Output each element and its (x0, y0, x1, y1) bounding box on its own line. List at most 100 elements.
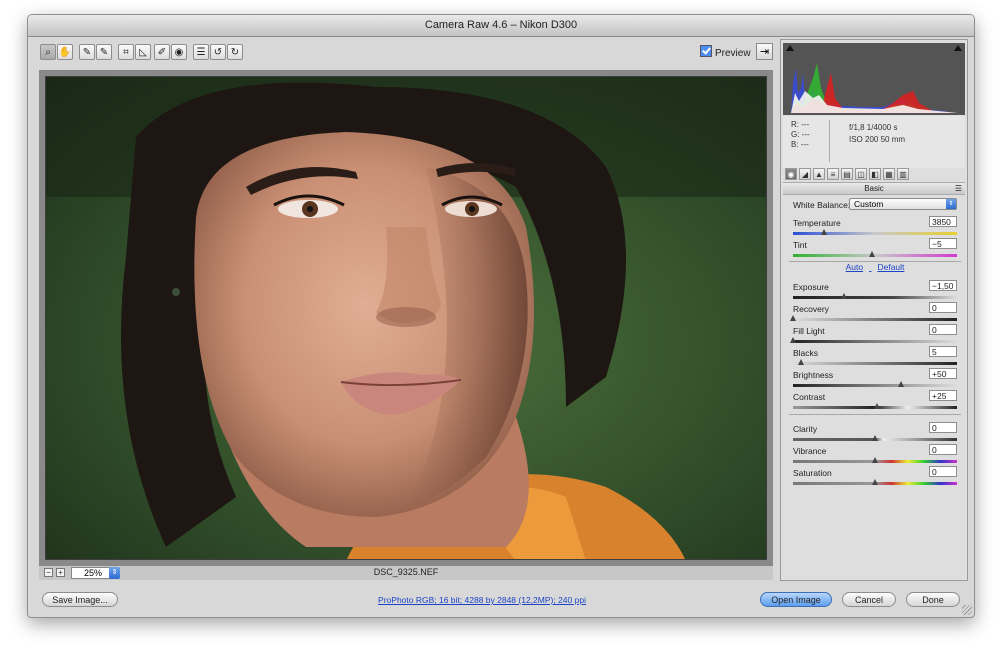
green-value: G: --- (791, 130, 810, 139)
red-eye-tool-icon[interactable]: ◉ (171, 44, 187, 60)
workflow-options-link[interactable]: ProPhoto RGB; 16 bit; 4288 by 2848 (12,2… (317, 595, 647, 605)
blacks-track[interactable] (793, 362, 957, 365)
exposure-label: Exposure (793, 282, 829, 292)
hsl-tab-icon[interactable]: ≡ (827, 168, 839, 180)
white-balance-tool-icon[interactable]: ✎ (79, 44, 95, 60)
fill-light-track[interactable] (793, 340, 957, 343)
histogram-graph (791, 63, 958, 113)
clarity-label: Clarity (793, 424, 818, 434)
contrast-slider[interactable]: Contrast +25 (793, 390, 959, 412)
fill-light-thumb[interactable] (790, 337, 796, 343)
preview-label: Preview (715, 48, 751, 59)
aperture-shutter: f/1,8 1/4000 s (849, 123, 898, 132)
rotate-left-icon[interactable]: ↺ (210, 44, 226, 60)
tint-thumb[interactable] (869, 251, 875, 257)
blacks-slider[interactable]: Blacks 5 (793, 346, 959, 368)
temperature-slider[interactable]: Temperature 3850 (793, 216, 959, 238)
saturation-label: Saturation (793, 468, 832, 478)
vibrance-slider[interactable]: Vibrance 0 (793, 444, 959, 466)
temperature-thumb[interactable] (821, 229, 827, 235)
vibrance-value[interactable]: 0 (929, 444, 957, 455)
section-divider-2 (789, 414, 961, 415)
fill-light-value[interactable]: 0 (929, 324, 957, 335)
brightness-label: Brightness (793, 370, 834, 380)
straighten-tool-icon[interactable]: ◺ (135, 44, 151, 60)
resize-grip-icon[interactable] (962, 605, 972, 615)
save-image-button[interactable]: Save Image... (42, 592, 118, 607)
red-value: R: --- (791, 120, 810, 129)
tone-curve-tab-icon[interactable]: ◢ (799, 168, 811, 180)
tint-value[interactable]: −5 (929, 238, 957, 249)
auto-default-links: Auto Default (781, 262, 969, 272)
panel-menu-icon[interactable]: ☰ (955, 183, 962, 194)
preview-toggle[interactable]: Preview (700, 45, 751, 59)
recovery-slider[interactable]: Recovery 0 (790, 302, 959, 324)
default-link[interactable]: Default (877, 262, 904, 272)
cancel-button[interactable]: Cancel (842, 592, 896, 607)
spot-removal-tool-icon[interactable]: ✐ (154, 44, 170, 60)
contrast-thumb[interactable] (874, 403, 880, 409)
temperature-track[interactable] (793, 232, 957, 235)
split-toning-tab-icon[interactable]: ▤ (841, 168, 853, 180)
fill-light-slider[interactable]: Fill Light 0 (790, 324, 959, 346)
fill-light-label: Fill Light (793, 326, 825, 336)
done-button[interactable]: Done (906, 592, 960, 607)
hand-tool-icon[interactable]: ✋ (57, 44, 73, 60)
contrast-label: Contrast (793, 392, 826, 402)
exposure-track[interactable] (793, 296, 957, 299)
lens-corrections-tab-icon[interactable]: ◫ (855, 168, 867, 180)
exposure-slider[interactable]: Exposure −1,50 (793, 280, 959, 302)
preview-checkbox[interactable] (700, 45, 712, 57)
saturation-value[interactable]: 0 (929, 466, 957, 477)
tint-slider[interactable]: Tint −5 (793, 238, 959, 260)
color-sampler-tool-icon[interactable]: ✎ (96, 44, 112, 60)
blacks-value[interactable]: 5 (929, 346, 957, 357)
camera-calibration-tab-icon[interactable]: ◧ (869, 168, 881, 180)
image-preview-area (39, 70, 773, 566)
contrast-value[interactable]: +25 (929, 390, 957, 401)
vibrance-thumb[interactable] (872, 457, 878, 463)
clarity-value[interactable]: 0 (929, 422, 957, 433)
select-arrows-icon: ⇕ (946, 199, 956, 209)
info-readout: R: --- G: --- B: --- f/1,8 1/4000 s ISO … (783, 116, 965, 168)
crop-tool-icon[interactable]: ⌗ (118, 44, 134, 60)
white-balance-select[interactable]: Custom ⇕ (849, 198, 957, 210)
white-balance-value: Custom (854, 199, 884, 209)
highlight-clipping-warning-icon[interactable] (954, 45, 962, 51)
fullscreen-icon[interactable]: ⇥ (756, 43, 773, 60)
brightness-track[interactable] (793, 384, 957, 387)
recovery-track[interactable] (793, 318, 957, 321)
preferences-icon[interactable]: ☰ (193, 44, 209, 60)
exposure-thumb[interactable] (841, 293, 847, 299)
zoom-tool-icon[interactable]: ⌕ (40, 44, 56, 60)
shadow-clipping-warning-icon[interactable] (786, 45, 794, 51)
auto-link[interactable]: Auto (846, 262, 864, 272)
clarity-slider[interactable]: Clarity 0 (793, 422, 959, 444)
presets-tab-icon[interactable]: ▦ (883, 168, 895, 180)
recovery-thumb[interactable] (790, 315, 796, 321)
panel-title: Basic (864, 184, 884, 193)
open-image-button[interactable]: Open Image (760, 592, 832, 607)
blacks-thumb[interactable] (798, 359, 804, 365)
exposure-value[interactable]: −1,50 (929, 280, 957, 291)
adjustments-panel: R: --- G: --- B: --- f/1,8 1/4000 s ISO … (780, 39, 968, 581)
tint-track[interactable] (793, 254, 957, 257)
brightness-slider[interactable]: Brightness +50 (793, 368, 959, 390)
camera-settings: f/1,8 1/4000 s ISO 200 50 mm (849, 122, 905, 146)
photo-preview[interactable] (45, 76, 767, 560)
image-status-bar: − + 25% ⇕ DSC_9325.NEF (39, 566, 773, 580)
blue-value: B: --- (791, 140, 809, 149)
temperature-value[interactable]: 3850 (929, 216, 957, 227)
recovery-value[interactable]: 0 (929, 302, 957, 313)
brightness-thumb[interactable] (898, 381, 904, 387)
clarity-thumb[interactable] (872, 435, 878, 441)
histogram (783, 43, 965, 115)
basic-tab-icon[interactable]: ◉ (785, 168, 797, 180)
saturation-thumb[interactable] (872, 479, 878, 485)
detail-tab-icon[interactable]: ▲ (813, 168, 825, 180)
portrait-photo (46, 77, 766, 559)
snapshots-tab-icon[interactable]: ▥ (897, 168, 909, 180)
brightness-value[interactable]: +50 (929, 368, 957, 379)
rotate-right-icon[interactable]: ↻ (227, 44, 243, 60)
saturation-slider[interactable]: Saturation 0 (793, 466, 959, 488)
